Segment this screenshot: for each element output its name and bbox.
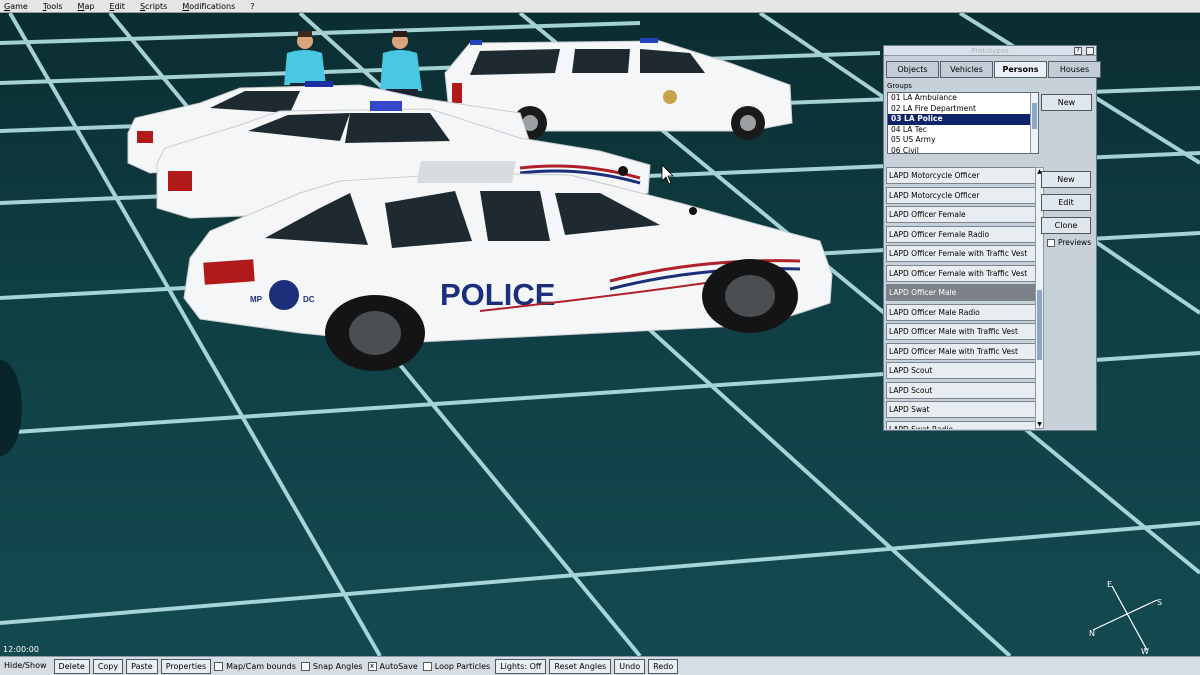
- compass-s-label: S: [1157, 598, 1162, 607]
- tab-houses[interactable]: Houses: [1048, 61, 1101, 78]
- previews-checkbox-box[interactable]: [1047, 238, 1055, 247]
- panel-tabs: Objects Vehicles Persons Houses: [886, 61, 1102, 78]
- compass-e-label: E: [1107, 580, 1112, 589]
- game-clock: 12:00:00: [3, 645, 39, 654]
- menu-edit[interactable]: Edit: [105, 0, 136, 13]
- menu-bar: Game Tools Map Edit Scripts Modification…: [0, 0, 1200, 13]
- groups-scrollbar[interactable]: [1030, 93, 1038, 153]
- bottom-toolbar: Hide/Show Delete Copy Paste Properties M…: [0, 656, 1200, 675]
- checkbox[interactable]: [214, 661, 224, 671]
- group-item[interactable]: 02 LA Fire Department: [888, 104, 1038, 115]
- panel-close-button[interactable]: [1086, 47, 1094, 55]
- delete-button[interactable]: Delete: [53, 658, 90, 674]
- list-item[interactable]: LAPD Motorcycle Officer: [886, 186, 1036, 204]
- menu-scripts[interactable]: Scripts: [136, 0, 178, 13]
- checkbox[interactable]: [300, 661, 310, 671]
- list-item[interactable]: LAPD Swat Radio: [886, 420, 1036, 429]
- redo-button[interactable]: Redo: [648, 658, 679, 674]
- reset-angles-button[interactable]: Reset Angles: [549, 658, 612, 674]
- properties-button[interactable]: Properties: [160, 658, 212, 674]
- list-item[interactable]: LAPD Officer Male with Traffic Vest: [886, 342, 1036, 360]
- map-cam-bounds-label: Map/Cam bounds: [226, 661, 296, 671]
- tab-persons[interactable]: Persons: [994, 61, 1047, 78]
- group-new-button[interactable]: New: [1041, 94, 1092, 111]
- groups-label: Groups: [887, 82, 912, 90]
- list-item[interactable]: LAPD Scout: [886, 381, 1036, 399]
- previews-label: Previews: [1058, 238, 1092, 247]
- compass-gizmo: E S N W: [1085, 578, 1165, 656]
- copy-button[interactable]: Copy: [92, 658, 124, 674]
- autosave-label: AutoSave: [379, 661, 418, 671]
- snap-angles-label: Snap Angles: [312, 661, 363, 671]
- list-item[interactable]: LAPD Officer Male Radio: [886, 303, 1036, 321]
- menu-modifications[interactable]: Modifications: [178, 0, 246, 13]
- group-item[interactable]: 01 LA Ambulance: [888, 93, 1038, 104]
- autosave-toggle[interactable]: x AutoSave: [367, 661, 418, 671]
- group-item-selected[interactable]: 03 LA Police: [888, 114, 1038, 125]
- svg-text:MP: MP: [250, 295, 263, 304]
- menu-tools[interactable]: Tools: [39, 0, 74, 13]
- scroll-thumb[interactable]: [1037, 290, 1042, 360]
- menu-game[interactable]: Game: [0, 0, 39, 13]
- prototype-list[interactable]: LAPD Motorcycle Officer LAPD Motorcycle …: [886, 167, 1036, 429]
- previews-checkbox[interactable]: Previews: [1047, 238, 1091, 247]
- item-new-button[interactable]: New: [1041, 171, 1091, 188]
- list-item[interactable]: LAPD Officer Female Radio: [886, 225, 1036, 243]
- item-edit-button[interactable]: Edit: [1041, 194, 1091, 211]
- mouse-cursor: [661, 164, 674, 185]
- hide-show-button[interactable]: Hide/Show: [2, 659, 51, 674]
- panel-help-button[interactable]: ?: [1074, 47, 1082, 55]
- paste-button[interactable]: Paste: [126, 658, 158, 674]
- list-item[interactable]: LAPD Officer Female with Traffic Vest: [886, 245, 1036, 262]
- police-text: POLICE: [440, 277, 555, 312]
- compass-w-label: W: [1141, 647, 1149, 656]
- group-item[interactable]: 05 US Army: [888, 135, 1038, 146]
- map-cam-bounds-toggle[interactable]: Map/Cam bounds: [214, 661, 296, 671]
- loop-particles-label: Loop Particles: [434, 661, 491, 671]
- item-clone-button[interactable]: Clone: [1041, 217, 1091, 234]
- list-item[interactable]: LAPD Officer Male with Traffic Vest: [886, 323, 1036, 340]
- tab-vehicles[interactable]: Vehicles: [940, 61, 993, 78]
- loop-particles-toggle[interactable]: Loop Particles: [422, 661, 491, 671]
- compass-n-label: N: [1089, 629, 1095, 638]
- svg-text:DC: DC: [303, 295, 315, 304]
- list-item[interactable]: LAPD Officer Female with Traffic Vest: [886, 264, 1036, 282]
- prototypes-panel: Prototypes ? Objects Vehicles Persons Ho…: [883, 45, 1101, 431]
- groups-list[interactable]: 01 LA Ambulance 02 LA Fire Department 03…: [887, 92, 1039, 154]
- group-item[interactable]: 04 LA Tec: [888, 125, 1038, 136]
- group-item[interactable]: 06 Civil: [888, 146, 1038, 154]
- list-item[interactable]: LAPD Motorcycle Officer: [886, 167, 1036, 184]
- checkbox[interactable]: [422, 661, 432, 671]
- lights-button[interactable]: Lights: Off: [495, 658, 547, 674]
- list-item[interactable]: LAPD Swat: [886, 401, 1036, 418]
- undo-button[interactable]: Undo: [614, 658, 646, 674]
- menu-help[interactable]: ?: [246, 0, 265, 13]
- menu-map[interactable]: Map: [74, 0, 106, 13]
- list-item[interactable]: LAPD Scout: [886, 362, 1036, 379]
- list-item[interactable]: LAPD Officer Female: [886, 206, 1036, 223]
- tab-objects[interactable]: Objects: [886, 61, 939, 78]
- snap-angles-toggle[interactable]: Snap Angles: [300, 661, 363, 671]
- panel-title: Prototypes: [971, 47, 1009, 55]
- checkbox-checked[interactable]: x: [367, 661, 377, 671]
- list-item-selected[interactable]: LAPD Officer Male: [886, 284, 1036, 301]
- scroll-down-icon[interactable]: ▼: [1036, 421, 1043, 428]
- panel-titlebar[interactable]: Prototypes ?: [884, 46, 1096, 56]
